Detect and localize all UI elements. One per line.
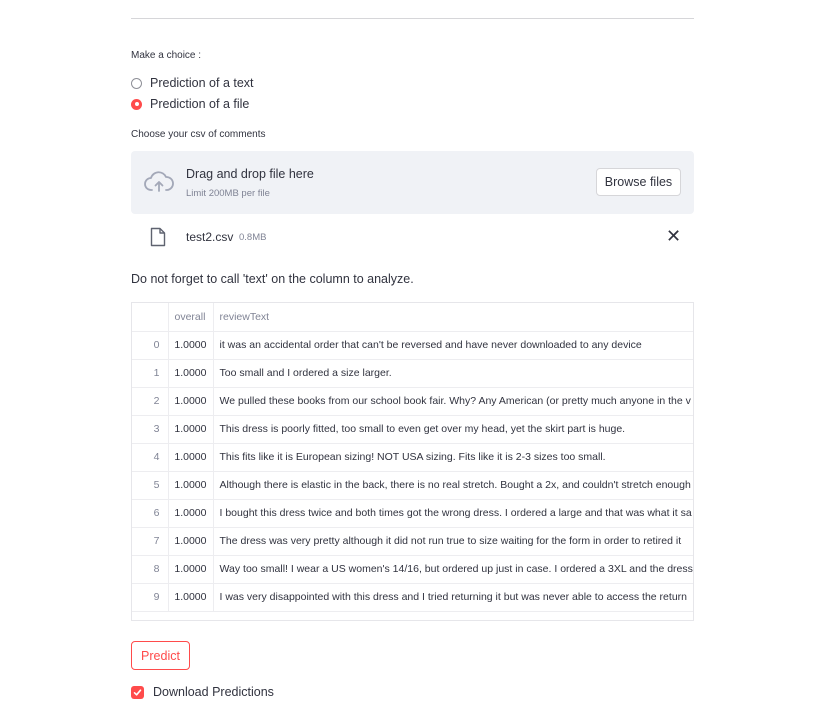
checkbox-label: Download Predictions xyxy=(153,685,274,699)
row-index-cell[interactable]: 4 xyxy=(132,443,169,472)
overall-cell[interactable]: 1.0000 xyxy=(168,555,214,584)
overall-cell[interactable]: 1.0000 xyxy=(168,583,214,612)
browse-files-button[interactable]: Browse files xyxy=(596,168,681,196)
dropzone-limit: Limit 200MB per file xyxy=(186,188,270,199)
close-icon[interactable]: ✕ xyxy=(666,226,681,246)
dropzone-title: Drag and drop file here xyxy=(186,167,314,181)
checkmark-icon xyxy=(133,688,142,696)
row-index-cell[interactable]: 9 xyxy=(132,583,169,612)
review-text-cell[interactable]: We pulled these books from our school bo… xyxy=(213,387,693,416)
uploaded-file-name: test2.csv xyxy=(186,230,234,244)
table-row: 9 1.0000 I was very disappointed with this… xyxy=(132,583,693,612)
predict-button[interactable]: Predict xyxy=(131,641,190,670)
data-table: overall reviewText 0 1.0000 it was an acci… xyxy=(132,303,693,612)
table-row: 3 1.0000 This dress is poorly fitted, too … xyxy=(132,415,693,444)
header-index xyxy=(132,303,169,332)
radio-option-text[interactable]: Prediction of a text xyxy=(131,74,254,92)
dataframe[interactable]: overall reviewText 0 1.0000 it was an acci… xyxy=(131,302,694,621)
overall-cell[interactable]: 1.0000 xyxy=(168,415,214,444)
overall-cell[interactable]: 1.0000 xyxy=(168,331,214,360)
table-row: 0 1.0000 it was an accidental order that c… xyxy=(132,331,693,360)
overall-cell[interactable]: 1.0000 xyxy=(168,443,214,472)
table-row: 4 1.0000 This fits like it is European siz… xyxy=(132,443,693,472)
review-text-cell[interactable]: Although there is elastic in the back, t… xyxy=(213,471,693,500)
uploader-label: Choose your csv of comments xyxy=(131,129,266,140)
overall-cell[interactable]: 1.0000 xyxy=(168,387,214,416)
row-index-cell[interactable]: 7 xyxy=(132,527,169,556)
radio-option-file[interactable]: Prediction of a file xyxy=(131,95,249,113)
table-row: 5 1.0000 Although there is elastic in the … xyxy=(132,471,693,500)
review-text-cell[interactable]: I was very disappointed with this dress … xyxy=(213,583,693,612)
top-divider xyxy=(131,18,694,19)
checkbox-checked-icon[interactable] xyxy=(131,685,144,699)
download-predictions-checkbox[interactable]: Download Predictions xyxy=(131,683,274,701)
review-text-cell[interactable]: Too small and I ordered a size larger. xyxy=(213,359,693,388)
uploaded-file-row: test2.csv 0.8MB ✕ xyxy=(131,225,694,251)
radio-group-label: Make a choice : xyxy=(131,50,202,61)
radio-option-label: Prediction of a text xyxy=(150,76,254,90)
overall-cell[interactable]: 1.0000 xyxy=(168,471,214,500)
row-index-cell[interactable]: 6 xyxy=(132,499,169,528)
file-dropzone[interactable]: Drag and drop file here Limit 200MB per … xyxy=(131,151,694,214)
table-row: 6 1.0000 I bought this dress twice and bot… xyxy=(132,499,693,528)
cloud-upload-icon xyxy=(144,171,174,192)
table-row: 7 1.0000 The dress was very pretty althoug… xyxy=(132,527,693,556)
row-index-cell[interactable]: 8 xyxy=(132,555,169,584)
overall-cell[interactable]: 1.0000 xyxy=(168,499,214,528)
header-reviewtext[interactable]: reviewText xyxy=(213,303,693,332)
row-index-cell[interactable]: 3 xyxy=(132,415,169,444)
table-row: 8 1.0000 Way too small! I wear a US women'… xyxy=(132,555,693,584)
table-header-row: overall reviewText xyxy=(132,303,693,332)
radio-checked-icon[interactable] xyxy=(131,98,142,110)
review-text-cell[interactable]: The dress was very pretty although it di… xyxy=(213,527,693,556)
review-text-cell[interactable]: it was an accidental order that can't be… xyxy=(213,331,693,360)
uploaded-file-size: 0.8MB xyxy=(239,232,267,243)
info-text: Do not forget to call 'text' on the colu… xyxy=(131,272,414,286)
review-text-cell[interactable]: This dress is poorly fitted, too small t… xyxy=(213,415,693,444)
radio-unchecked-icon[interactable] xyxy=(131,77,142,89)
radio-option-label: Prediction of a file xyxy=(150,97,250,111)
row-index-cell[interactable]: 0 xyxy=(132,331,169,360)
overall-cell[interactable]: 1.0000 xyxy=(168,527,214,556)
row-index-cell[interactable]: 5 xyxy=(132,471,169,500)
row-index-cell[interactable]: 2 xyxy=(132,387,169,416)
review-text-cell[interactable]: This fits like it is European sizing! NO… xyxy=(213,443,693,472)
header-overall[interactable]: overall xyxy=(168,303,214,332)
review-text-cell[interactable]: I bought this dress twice and both times… xyxy=(213,499,693,528)
table-row: 1 1.0000 Too small and I ordered a size la… xyxy=(132,359,693,388)
row-index-cell[interactable]: 1 xyxy=(132,359,169,388)
file-icon xyxy=(150,227,166,247)
overall-cell[interactable]: 1.0000 xyxy=(168,359,214,388)
review-text-cell[interactable]: Way too small! I wear a US women's 14/16… xyxy=(213,555,693,584)
table-row: 2 1.0000 We pulled these books from our sc… xyxy=(132,387,693,416)
